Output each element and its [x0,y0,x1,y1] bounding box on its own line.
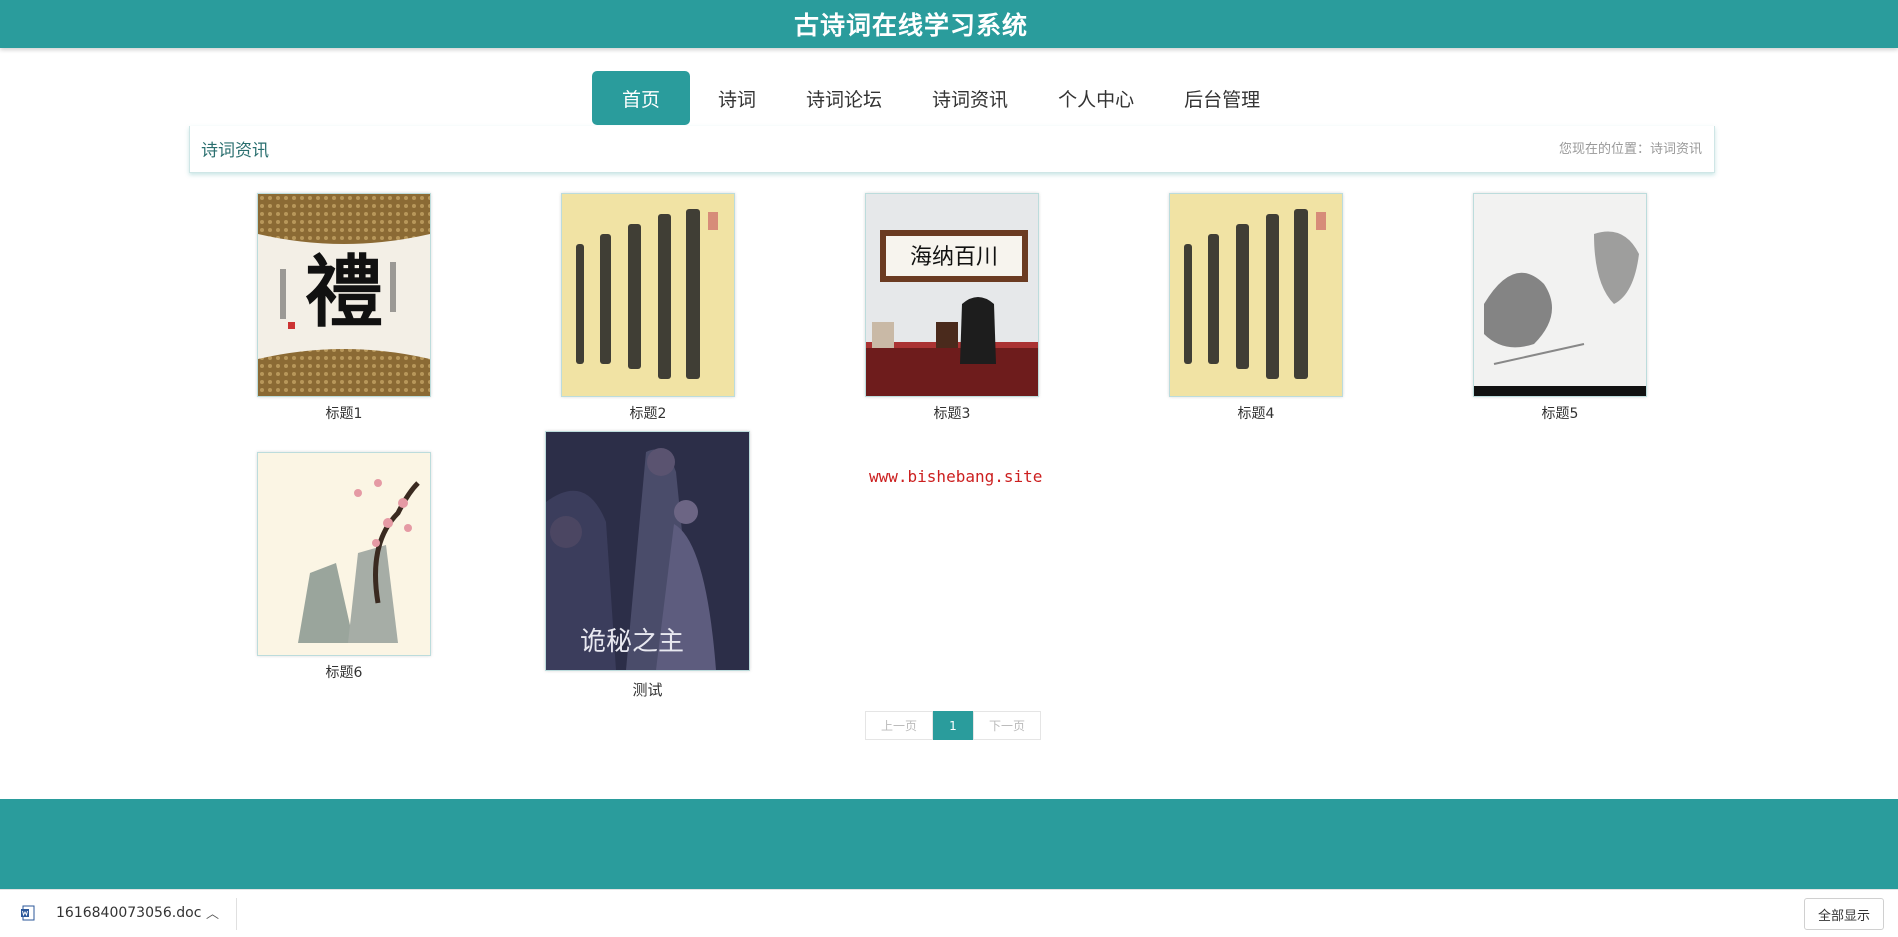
svg-text:禮: 禮 [305,247,383,338]
news-caption[interactable]: 标题6 [257,662,431,682]
chevron-up-icon[interactable]: ︿ [206,903,219,922]
watermark-text: www.bishebang.site [869,467,1043,486]
news-thumbnail[interactable] [1169,193,1343,397]
section-title: 诗词资讯 [201,141,269,161]
site-title: 古诗词在线学习系统 [793,11,1028,40]
news-card[interactable]: 标题6 [257,452,431,682]
news-caption[interactable]: 标题2 [561,403,735,423]
nav-admin[interactable]: 后台管理 [1162,71,1282,125]
nav-poems[interactable]: 诗词 [696,71,778,125]
news-card[interactable]: 海纳百川 标题3 [865,193,1039,423]
news-caption[interactable]: 标题1 [257,403,431,423]
breadcrumb-bar: 诗词资讯 您现在的位置：诗词资讯 [189,126,1715,173]
news-thumbnail[interactable] [257,452,431,656]
word-doc-icon [21,905,35,921]
svg-text:海纳百川: 海纳百川 [910,245,998,270]
page-number-button[interactable]: 1 [933,711,973,740]
site-header: 古诗词在线学习系统 [0,0,1898,48]
news-card[interactable]: 标题4 [1169,193,1343,423]
news-caption[interactable]: 标题5 [1473,403,1647,423]
news-card[interactable]: 标题5 [1473,193,1647,423]
site-footer [0,799,1898,889]
nav-news[interactable]: 诗词资讯 [910,71,1030,125]
news-thumbnail[interactable] [1473,193,1647,397]
download-file-name[interactable]: 1616840073056.doc [56,905,201,921]
news-card[interactable]: 标题2 [561,193,735,423]
news-card[interactable]: 诡秘之主 测试 [545,431,750,700]
news-caption[interactable]: 标题4 [1169,403,1343,423]
news-thumbnail[interactable]: 海纳百川 [865,193,1039,397]
news-caption[interactable]: 标题3 [865,403,1039,423]
nav-profile[interactable]: 个人中心 [1036,71,1156,125]
breadcrumb: 您现在的位置：诗词资讯 [1558,142,1702,157]
prev-page-button[interactable]: 上一页 [865,711,933,740]
news-thumbnail[interactable]: 诡秘之主 [545,431,750,671]
nav-home[interactable]: 首页 [592,71,691,125]
nav-forum[interactable]: 诗词论坛 [784,71,904,125]
news-thumbnail[interactable]: 禮 [257,193,431,397]
next-page-button[interactable]: 下一页 [973,711,1041,740]
download-bar: 1616840073056.doc ︿ 全部显示 [0,889,1898,937]
divider [236,898,237,930]
cover-title-text: 诡秘之主 [580,627,684,657]
news-caption[interactable]: 测试 [545,679,750,700]
main-nav: 首页 诗词 诗词论坛 诗词资讯 个人中心 后台管理 [592,71,1282,125]
show-all-button[interactable]: 全部显示 [1804,898,1884,930]
pagination: 上一页 1 下一页 [865,711,1041,740]
news-thumbnail[interactable] [561,193,735,397]
news-card[interactable]: 禮 标题1 [257,193,431,423]
